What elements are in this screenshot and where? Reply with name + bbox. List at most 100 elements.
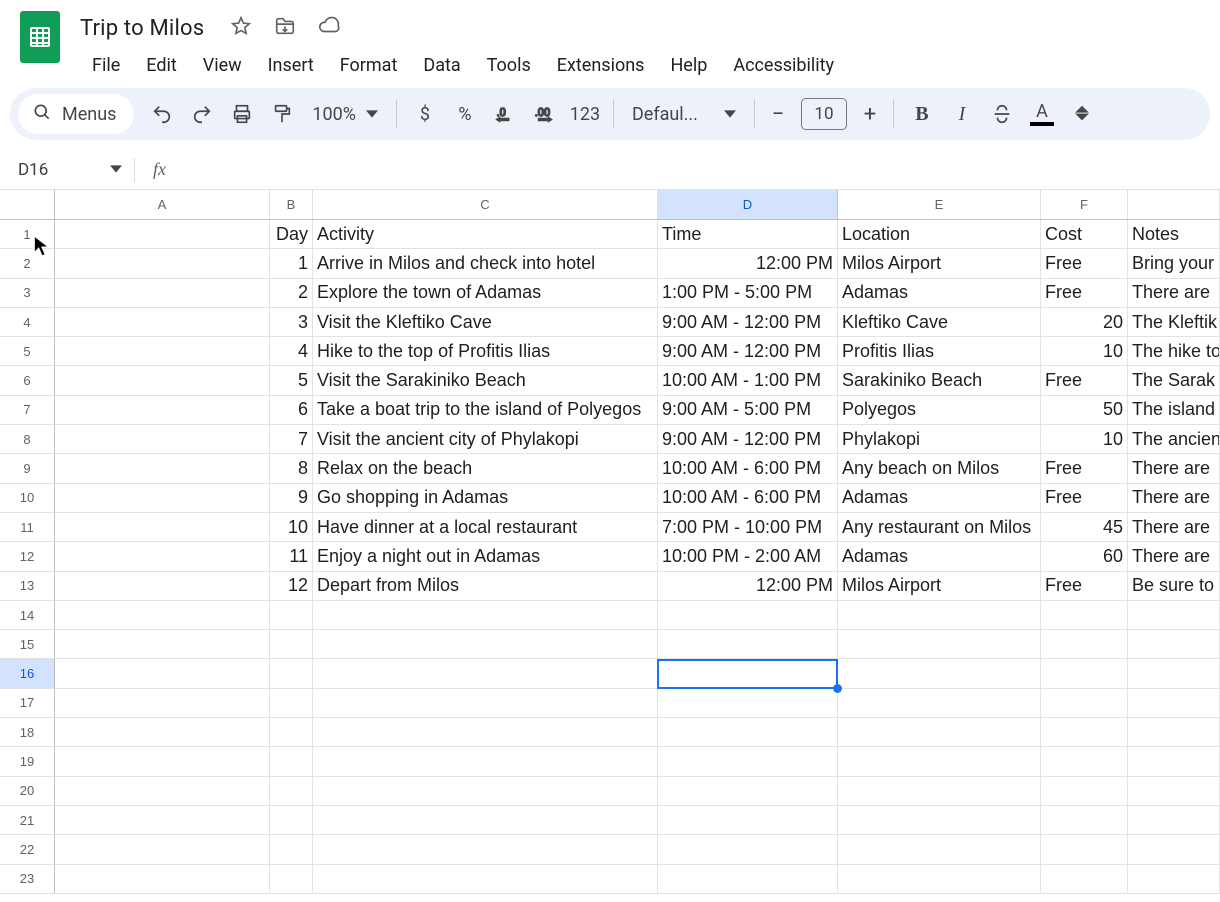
cell-E[interactable] bbox=[838, 835, 1041, 864]
decrease-font-size-button[interactable]: − bbox=[765, 101, 791, 127]
cell-time[interactable]: 9:00 AM - 12:00 PM bbox=[658, 337, 838, 366]
italic-button[interactable]: I bbox=[944, 96, 980, 132]
cell-F[interactable] bbox=[1041, 777, 1128, 806]
cell-time[interactable]: 9:00 AM - 12:00 PM bbox=[658, 425, 838, 454]
row-header[interactable]: 12 bbox=[0, 542, 55, 571]
cell-E[interactable] bbox=[838, 689, 1041, 718]
redo-button[interactable] bbox=[184, 96, 220, 132]
cell-activity[interactable]: Go shopping in Adamas bbox=[313, 484, 658, 513]
cell-F[interactable] bbox=[1041, 865, 1128, 894]
cell-G[interactable] bbox=[1128, 835, 1220, 864]
font-size-input[interactable]: 10 bbox=[801, 98, 847, 130]
row-header[interactable]: 16 bbox=[0, 659, 55, 688]
cell-A[interactable] bbox=[55, 484, 270, 513]
row-header[interactable]: 7 bbox=[0, 396, 55, 425]
cell-E[interactable] bbox=[838, 630, 1041, 659]
currency-button[interactable]: $ bbox=[407, 96, 443, 132]
cell-G[interactable] bbox=[1128, 601, 1220, 630]
cell-day[interactable]: 7 bbox=[270, 425, 313, 454]
row-header[interactable]: 15 bbox=[0, 630, 55, 659]
cell-A[interactable] bbox=[55, 513, 270, 542]
cell-C[interactable] bbox=[313, 865, 658, 894]
cell-A[interactable] bbox=[55, 865, 270, 894]
print-button[interactable] bbox=[224, 96, 260, 132]
menu-help[interactable]: Help bbox=[658, 51, 719, 80]
cell-day[interactable]: 1 bbox=[270, 249, 313, 278]
cell-activity[interactable]: Depart from Milos bbox=[313, 572, 658, 601]
name-box[interactable]: D16 bbox=[4, 150, 134, 189]
cell-B[interactable] bbox=[270, 806, 313, 835]
cell-D[interactable] bbox=[658, 806, 838, 835]
increase-font-size-button[interactable]: + bbox=[857, 101, 883, 127]
row-header[interactable]: 2 bbox=[0, 249, 55, 278]
row-header[interactable]: 13 bbox=[0, 572, 55, 601]
cell-activity[interactable]: Visit the Sarakiniko Beach bbox=[313, 366, 658, 395]
cell-time[interactable]: 12:00 PM bbox=[658, 249, 838, 278]
cell-location[interactable]: Any beach on Milos bbox=[838, 454, 1041, 483]
header-cost[interactable]: Cost bbox=[1041, 220, 1128, 249]
cell-G[interactable] bbox=[1128, 777, 1220, 806]
cell-location[interactable]: Any restaurant on Milos bbox=[838, 513, 1041, 542]
cell-notes[interactable]: The island bbox=[1128, 396, 1220, 425]
paint-format-button[interactable] bbox=[264, 96, 300, 132]
cell-F[interactable] bbox=[1041, 835, 1128, 864]
cell-day[interactable]: 5 bbox=[270, 366, 313, 395]
cell-activity[interactable]: Take a boat trip to the island of Polyeg… bbox=[313, 396, 658, 425]
row-header[interactable]: 10 bbox=[0, 484, 55, 513]
column-header-D[interactable]: D bbox=[658, 190, 838, 219]
row-header[interactable]: 14 bbox=[0, 601, 55, 630]
cell-D[interactable] bbox=[658, 747, 838, 776]
move-icon[interactable] bbox=[274, 15, 296, 41]
row-header[interactable]: 23 bbox=[0, 865, 55, 894]
cell-A[interactable] bbox=[55, 425, 270, 454]
cell-A[interactable] bbox=[55, 366, 270, 395]
cell-G[interactable] bbox=[1128, 865, 1220, 894]
cell-time[interactable]: 10:00 AM - 6:00 PM bbox=[658, 484, 838, 513]
header-location[interactable]: Location bbox=[838, 220, 1041, 249]
cell-location[interactable]: Adamas bbox=[838, 542, 1041, 571]
cell-location[interactable]: Milos Airport bbox=[838, 249, 1041, 278]
menu-format[interactable]: Format bbox=[328, 51, 410, 80]
cell-time[interactable]: 9:00 AM - 5:00 PM bbox=[658, 396, 838, 425]
cell-A[interactable] bbox=[55, 542, 270, 571]
decrease-decimal-button[interactable]: .0 bbox=[487, 96, 523, 132]
cell-day[interactable]: 10 bbox=[270, 513, 313, 542]
row-header[interactable]: 21 bbox=[0, 806, 55, 835]
menu-extensions[interactable]: Extensions bbox=[545, 51, 657, 80]
cell-E[interactable] bbox=[838, 659, 1041, 688]
column-header-E[interactable]: E bbox=[838, 190, 1041, 219]
cell-activity[interactable]: Have dinner at a local restaurant bbox=[313, 513, 658, 542]
cell-location[interactable]: Sarakiniko Beach bbox=[838, 366, 1041, 395]
column-header-C[interactable]: C bbox=[313, 190, 658, 219]
cell-E[interactable] bbox=[838, 718, 1041, 747]
cell-F[interactable] bbox=[1041, 659, 1128, 688]
menu-view[interactable]: View bbox=[191, 51, 254, 80]
cell-C[interactable] bbox=[313, 718, 658, 747]
cell-A[interactable] bbox=[55, 220, 270, 249]
cell-day[interactable]: 4 bbox=[270, 337, 313, 366]
cell-A[interactable] bbox=[55, 454, 270, 483]
cell-notes[interactable]: Be sure to bbox=[1128, 572, 1220, 601]
menu-edit[interactable]: Edit bbox=[134, 51, 188, 80]
cell-A[interactable] bbox=[55, 718, 270, 747]
cell-notes[interactable]: The Sarak bbox=[1128, 366, 1220, 395]
cell-F[interactable] bbox=[1041, 601, 1128, 630]
cell-F[interactable] bbox=[1041, 630, 1128, 659]
text-color-button[interactable]: A bbox=[1024, 103, 1060, 126]
cell-G[interactable] bbox=[1128, 689, 1220, 718]
menu-tools[interactable]: Tools bbox=[475, 51, 543, 80]
cell-activity[interactable]: Hike to the top of Profitis Ilias bbox=[313, 337, 658, 366]
column-header-F[interactable]: F bbox=[1041, 190, 1128, 219]
cell-C[interactable] bbox=[313, 630, 658, 659]
column-header-B[interactable]: B bbox=[270, 190, 313, 219]
cell-B[interactable] bbox=[270, 865, 313, 894]
cell-location[interactable]: Adamas bbox=[838, 279, 1041, 308]
cell-A[interactable] bbox=[55, 396, 270, 425]
header-time[interactable]: Time bbox=[658, 220, 838, 249]
cell-B[interactable] bbox=[270, 601, 313, 630]
cloud-status-icon[interactable] bbox=[318, 15, 340, 41]
strikethrough-button[interactable] bbox=[984, 96, 1020, 132]
cell-notes[interactable]: There are bbox=[1128, 484, 1220, 513]
row-header[interactable]: 6 bbox=[0, 366, 55, 395]
row-header[interactable]: 17 bbox=[0, 689, 55, 718]
